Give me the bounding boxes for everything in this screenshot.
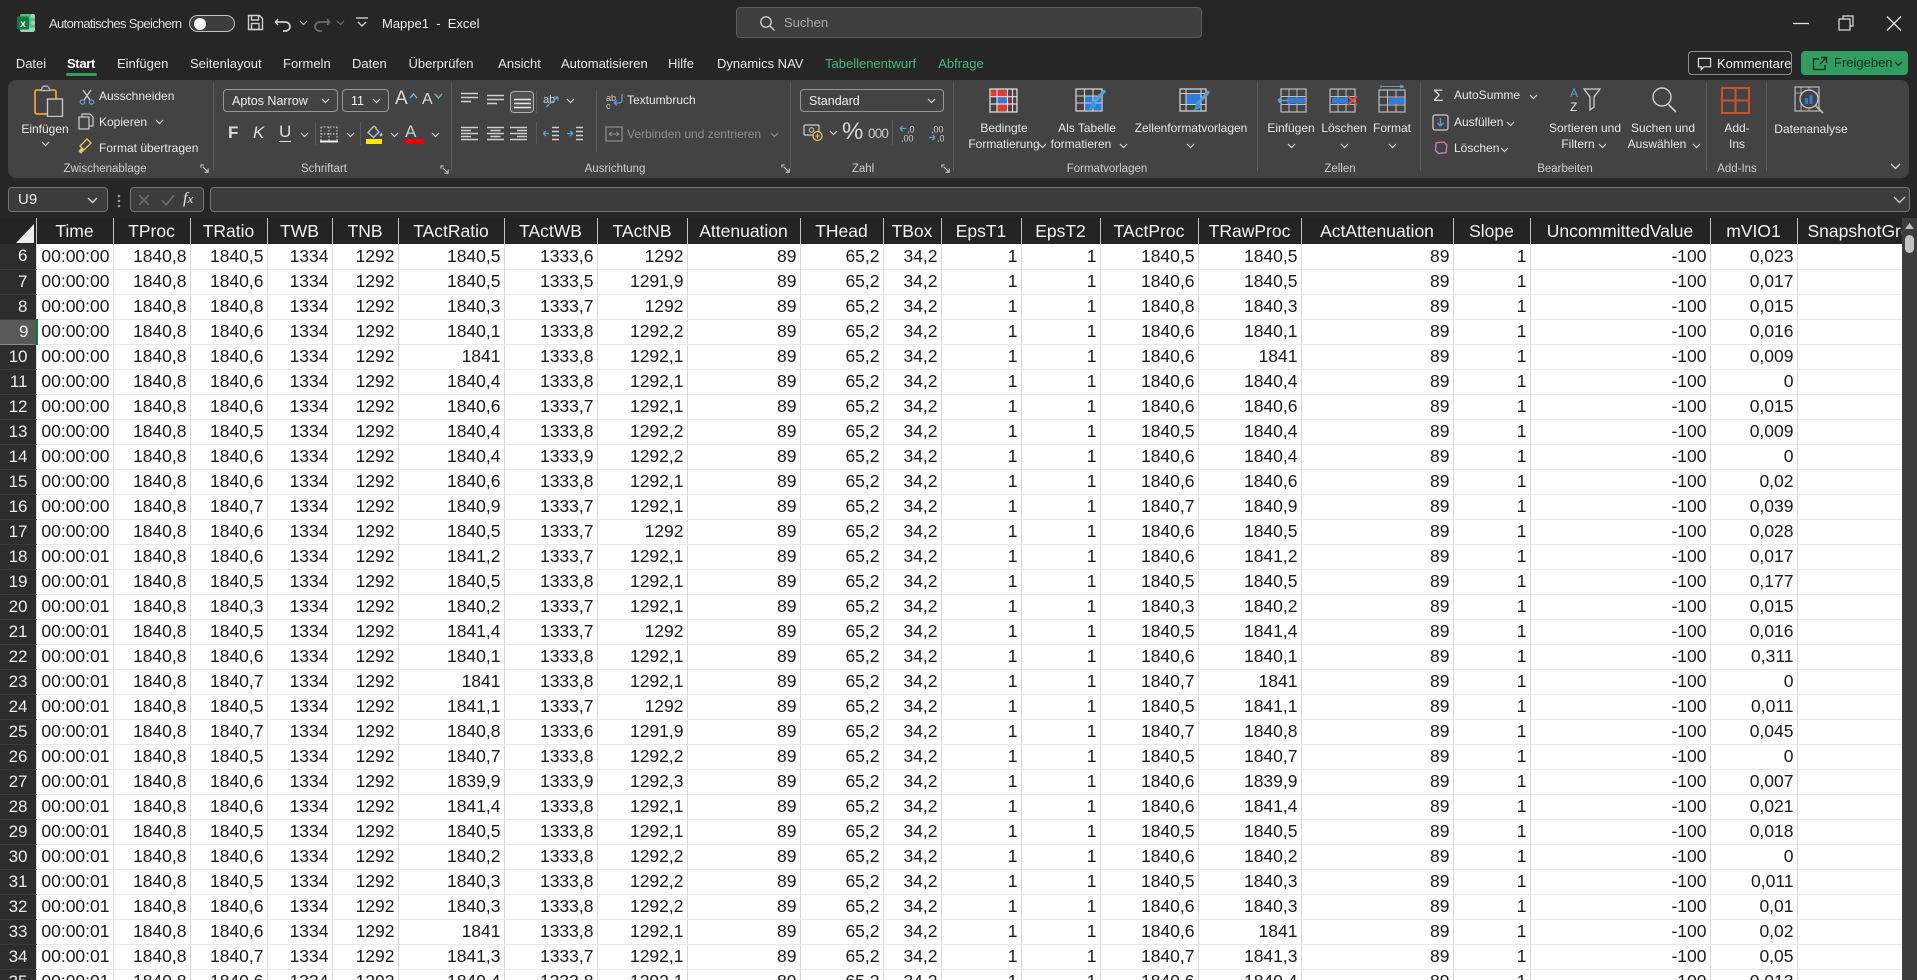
svg-text:Z: Z <box>1570 100 1577 114</box>
svg-text:x: x <box>20 18 26 30</box>
svg-text:,00: ,00 <box>901 134 914 143</box>
svg-text:c: c <box>606 101 611 110</box>
svg-text:A: A <box>1570 86 1578 100</box>
svg-text:,0: ,0 <box>937 134 944 143</box>
